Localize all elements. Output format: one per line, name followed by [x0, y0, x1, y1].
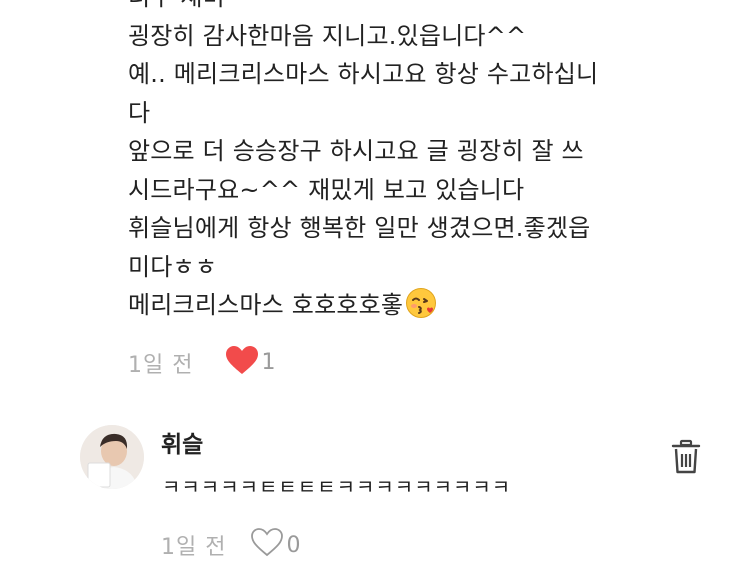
comment-line: 너무 재미	[128, 0, 628, 17]
comment-line-text: 메리크리스마스 호호호호홓	[128, 291, 404, 319]
trash-icon[interactable]	[670, 439, 702, 475]
comment-thread: 너무 재미 굉장히 감사한마음 지니고.있읍니다^^ 예.. 메리크리스마스 하…	[0, 0, 750, 562]
comment-line: 앞으로 더 승승장구 하시고요 글 굉장히 잘 쓰	[128, 137, 584, 165]
comment-line: 시드라구요~^^ 재밌게 보고 있습니다	[128, 175, 525, 204]
comment-line: 휘슬님에게 항상 행복한 일만 생겼으면.좋겠읍	[128, 214, 591, 242]
like-button[interactable]: 1	[225, 345, 275, 381]
comment-line: 굉장히 감사한마음 지니고.있읍니다^^	[128, 21, 527, 50]
heart-outline-icon	[250, 527, 284, 562]
reply-time: 1일 전	[161, 535, 227, 560]
comment-line: 미다ㅎㅎ	[128, 252, 218, 281]
comment-line: 예.. 메리크리스마스 하시고요 항상 수고하십니	[128, 60, 599, 88]
like-count: 0	[286, 532, 301, 558]
reply-author[interactable]: 휘슬	[161, 425, 203, 459]
heart-filled-icon	[225, 345, 259, 381]
comment-body: 너무 재미 굉장히 감사한마음 지니고.있읍니다^^ 예.. 메리크리스마스 하…	[128, 0, 628, 331]
comment: 너무 재미 굉장히 감사한마음 지니고.있읍니다^^ 예.. 메리크리스마스 하…	[128, 0, 628, 381]
reply-meta: 1일 전 0	[161, 527, 300, 562]
reply-text: ㅋㅋㅋㅋㅋㅌㅌㅌㅌㅋㅋㅋㅋㅋㅋㅋㅋㅋ	[162, 475, 512, 499]
like-count: 1	[261, 350, 276, 375]
comment-time: 1일 전	[128, 352, 194, 378]
comment-meta: 1일 전 1	[128, 345, 628, 381]
like-button[interactable]: 0	[250, 527, 300, 562]
comment-line-last: 메리크리스마스 호호호호홓	[128, 286, 628, 331]
kissing-face-icon	[405, 287, 437, 331]
avatar[interactable]	[80, 425, 144, 489]
reply: 휘슬 ㅋㅋㅋㅋㅋㅌㅌㅌㅌㅋㅋㅋㅋㅋㅋㅋㅋㅋ 1일 전 0	[80, 425, 720, 560]
comment-line: 다	[128, 98, 151, 127]
